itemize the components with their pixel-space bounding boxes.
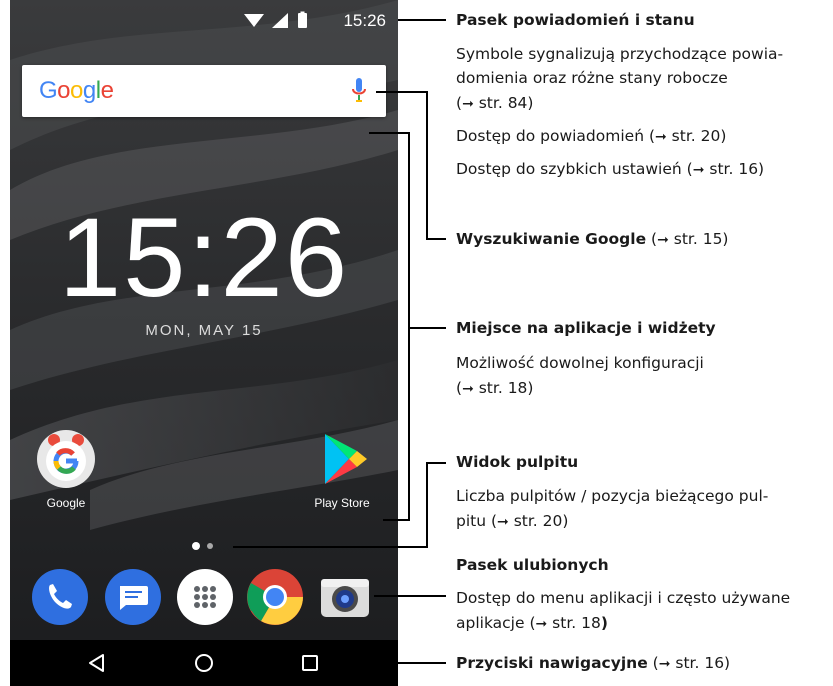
callout-line-search-top — [409, 91, 428, 93]
callout-google: Wyszukiwanie Google (➞ str. 15) — [456, 230, 729, 248]
app-play-store[interactable]: Play Store — [307, 430, 377, 510]
callout-quick-access: Dostęp do szybkich ustawień (➞ str. 16) — [456, 160, 765, 178]
arrow-icon: ➞ — [692, 162, 705, 178]
app-google[interactable]: Google — [31, 430, 101, 510]
callout-line-nav — [334, 662, 446, 664]
callout-apps-ref: (➞ str. 18) — [456, 379, 534, 397]
callout-line-apps — [408, 327, 446, 329]
wifi-icon — [244, 14, 264, 27]
microphone-icon[interactable] — [352, 78, 366, 104]
callout-desktop-line1: Liczba pulpitów / pozycja bieżącego pul- — [456, 487, 769, 505]
phone-icon[interactable] — [31, 568, 89, 626]
arrow-icon: ➞ — [535, 616, 548, 632]
callout-status-title: Pasek powiadomień i stanu — [456, 11, 695, 29]
clock-widget[interactable]: 15:26 — [10, 202, 398, 314]
callout-desktop-title: Widok pulpitu — [456, 453, 579, 471]
callout-notif-access: Dostęp do powiadomień (➞ str. 20) — [456, 127, 727, 145]
page-dot — [207, 543, 213, 549]
arrow-icon: ➞ — [497, 514, 509, 530]
status-time: 15:26 — [343, 11, 386, 30]
callout-fav-line1: Dostęp do menu aplikacji i często używan… — [456, 589, 791, 607]
page-indicator[interactable] — [190, 540, 230, 552]
callout-line-search-v — [426, 91, 428, 239]
arrow-icon: ➞ — [655, 129, 667, 145]
arrow-icon: ➞ — [462, 381, 474, 397]
callout-line-apps-bottom — [383, 519, 410, 521]
status-icons — [244, 11, 307, 28]
phone-screen: 15:26 Google 15:26 MON, MAY 15 Google Pl… — [10, 0, 398, 686]
home-icon[interactable] — [189, 648, 219, 678]
callout-line-desktop-h — [426, 462, 446, 464]
callout-apps-line1: Możliwość dowolnej konfiguracji — [456, 354, 704, 372]
page-dot-active — [192, 542, 200, 550]
chrome-icon[interactable] — [246, 568, 304, 626]
callout-fav-title: Pasek ulubionych — [456, 556, 609, 574]
callout-line-dock — [374, 595, 446, 597]
messages-icon[interactable] — [104, 568, 162, 626]
arrow-icon: ➞ — [657, 232, 669, 248]
callout-line-status — [398, 19, 446, 21]
callout-line-search-h — [376, 91, 409, 93]
battery-icon — [298, 13, 307, 28]
callout-apps-title: Miejsce na aplikacje i widżety — [456, 319, 716, 337]
app-label: Google — [46, 496, 86, 510]
google-logo: Google — [39, 77, 114, 104]
callout-status-line2: domienia oraz różne stany robocze — [456, 69, 728, 87]
callout-status-line1: Symbole sygnalizują przychodzące powia- — [456, 45, 784, 63]
status-bar[interactable]: 15:26 — [10, 0, 398, 40]
google-search-bar[interactable]: Google — [22, 65, 386, 117]
arrow-icon: ➞ — [658, 656, 671, 672]
app-drawer-icon[interactable] — [176, 568, 234, 626]
camera-icon[interactable] — [316, 568, 374, 626]
callout-line-desktop-dot — [233, 546, 428, 548]
callout-fav-line2: aplikacje (➞ str. 18) — [456, 614, 608, 632]
app-label: Play Store — [314, 496, 370, 510]
favorites-dock — [10, 564, 398, 632]
callout-line-search-end — [426, 238, 446, 240]
recents-icon[interactable] — [295, 648, 325, 678]
back-icon[interactable] — [82, 648, 112, 678]
date-label: MON, MAY 15 — [145, 322, 263, 339]
callout-line-desktop-v — [426, 462, 428, 548]
arrow-icon: ➞ — [462, 96, 474, 112]
play-store-icon — [313, 430, 371, 488]
callout-nav: Przyciski nawigacyjne (➞ str. 16) — [456, 654, 731, 672]
google-app-icon — [37, 430, 95, 488]
callout-line-apps-top — [369, 132, 410, 134]
callout-status-ref: (➞ str. 84) — [456, 94, 534, 112]
signal-icon — [272, 13, 288, 28]
callout-desktop-line2: pitu (➞ str. 20) — [456, 512, 569, 530]
